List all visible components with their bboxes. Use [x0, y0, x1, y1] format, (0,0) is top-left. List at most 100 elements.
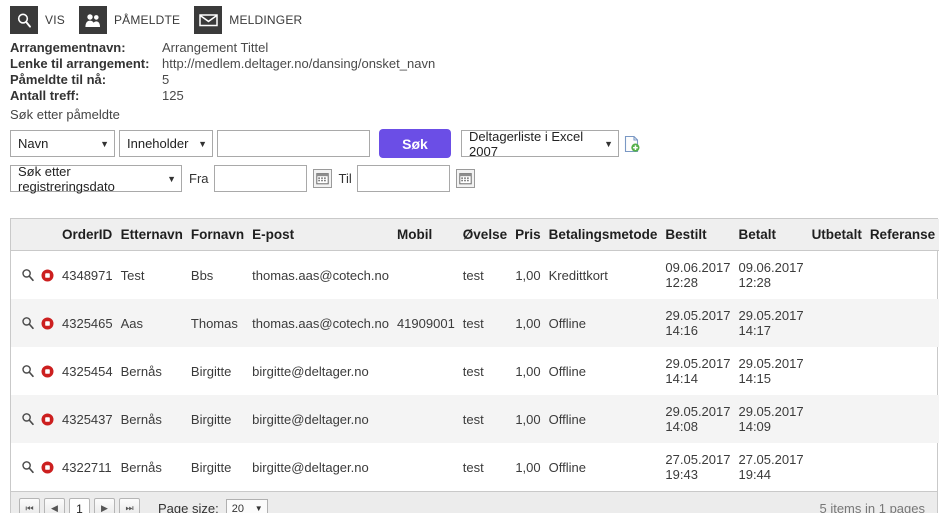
column-header-betalingsmetode[interactable]: Betalingsmetode	[544, 219, 662, 251]
cell-bestilt-date: 27.05.2017	[665, 452, 731, 467]
table-header-row: OrderID Etternavn Fornavn E-post Mobil Ø…	[11, 219, 940, 251]
excel-export-icon[interactable]	[624, 135, 640, 153]
tab-vis[interactable]: VIS	[10, 6, 65, 34]
cell-betalt-time: 12:28	[738, 275, 772, 290]
page-size-select[interactable]: 20 ▼	[225, 498, 268, 513]
chevron-down-icon: ▼	[198, 138, 207, 149]
search-field-select-value: Navn	[18, 136, 49, 151]
info-value-lenke: http://medlem.deltager.no/dansing/onsket…	[162, 56, 436, 71]
chevron-down-icon: ▼	[100, 138, 109, 149]
search-section-note: Søk etter påmeldte	[10, 107, 120, 122]
from-date-input[interactable]	[213, 165, 307, 192]
delete-row-icon[interactable]	[41, 317, 54, 330]
calendar-icon-to[interactable]	[455, 169, 475, 188]
delete-row-icon[interactable]	[41, 461, 54, 474]
tab-pameldte[interactable]: PÅMELDTE	[78, 6, 181, 34]
pager-next-button[interactable]: ▶	[94, 498, 115, 513]
cell-betalt-time: 14:15	[738, 371, 772, 386]
cell-pris: 1,00	[511, 299, 545, 347]
cell-betalt-date: 29.05.2017	[738, 356, 804, 371]
delete-row-icon[interactable]	[41, 269, 54, 282]
info-value-arrangementnavn: Arrangement Tittel	[162, 40, 269, 55]
column-header-etternavn[interactable]: Etternavn	[116, 219, 187, 251]
cell-utbetalt	[807, 299, 866, 347]
row-actions-cell	[11, 443, 58, 491]
row-actions-cell	[11, 299, 58, 347]
to-date-input[interactable]	[356, 165, 450, 192]
cell-epost: thomas.aas@cotech.no	[252, 267, 389, 283]
chevron-down-icon: ▼	[604, 138, 613, 149]
cell-ovelse: test	[462, 363, 484, 379]
search-operator-select[interactable]: Inneholder ▼	[119, 130, 213, 157]
info-row-arrangementnavn: Arrangementnavn: Arrangement Tittel	[10, 40, 950, 56]
cell-betalt: 29.05.2017 14:15	[734, 347, 807, 395]
calendar-icon-from[interactable]	[312, 169, 332, 188]
table-body: 4348971 Test Bbs thomas.aas@cotech.no te…	[11, 251, 940, 492]
cell-fornavn: Birgitte	[190, 459, 232, 475]
search-field-select[interactable]: Navn ▼	[10, 130, 115, 157]
view-row-icon[interactable]	[21, 364, 35, 378]
table-row: 4322711 Bernås Birgitte birgitte@deltage…	[11, 443, 939, 491]
pager-prev-button[interactable]: ◀	[44, 498, 65, 513]
cell-referanse	[866, 347, 939, 395]
magnifier-icon	[10, 6, 38, 34]
cell-orderid: 4348971	[62, 267, 113, 283]
column-header-utbetalt[interactable]: Utbetalt	[807, 219, 866, 251]
pager-first-button[interactable]: ⏮	[19, 498, 40, 513]
view-row-icon[interactable]	[21, 268, 35, 282]
cell-pris: 1,00	[515, 459, 541, 475]
export-format-select[interactable]: Deltagerliste i Excel 2007 ▼	[461, 129, 619, 159]
delete-row-icon[interactable]	[41, 365, 54, 378]
cell-mobil	[393, 251, 459, 300]
cell-betalt-date: 29.05.2017	[738, 404, 804, 419]
date-mode-select[interactable]: Søk etter registreringsdato ▼	[10, 164, 182, 194]
cell-betalingsmetode: Kredittkort	[548, 267, 608, 283]
cell-etternavn: Test	[120, 267, 145, 283]
cell-bestilt-time: 14:14	[665, 371, 698, 386]
column-header-bestilt[interactable]: Bestilt	[661, 219, 735, 251]
column-header-epost[interactable]: E-post	[248, 219, 393, 251]
cell-bestilt: 29.05.2017 14:08	[661, 395, 735, 443]
column-header-ovelse[interactable]: Øvelse	[458, 219, 512, 251]
view-row-icon[interactable]	[21, 316, 35, 330]
page-root: VIS PÅMELDTE MELDINGER Arrangementnavn: …	[0, 0, 950, 513]
cell-fornavn: Birgitte	[186, 395, 249, 443]
tab-bar: VIS PÅMELDTE MELDINGER	[0, 0, 950, 38]
info-label-pameldte: Påmeldte til nå:	[10, 72, 107, 87]
search-query-input[interactable]	[217, 130, 370, 157]
cell-pris: 1,00	[515, 363, 541, 379]
to-label: Til	[338, 171, 352, 186]
table-head: OrderID Etternavn Fornavn E-post Mobil Ø…	[11, 219, 940, 251]
cell-bestilt: 27.05.2017 19:43	[661, 443, 734, 491]
chevron-down-icon: ▼	[167, 173, 176, 184]
table-row: 4325465 Aas Thomas thomas.aas@cotech.no …	[11, 299, 940, 347]
cell-betalt: 27.05.2017 19:44	[734, 443, 807, 491]
column-header-betalt[interactable]: Betalt	[734, 219, 808, 251]
column-header-fornavn[interactable]: Fornavn	[186, 219, 249, 251]
tab-pameldte-label: PÅMELDTE	[113, 13, 181, 27]
event-info: Arrangementnavn: Arrangement Tittel Lenk…	[10, 40, 950, 104]
pager-page-1-button[interactable]: 1	[69, 498, 90, 513]
cell-orderid: 4325437	[58, 395, 117, 443]
cell-orderid: 4325465	[58, 299, 117, 347]
cell-orderid: 4322711	[62, 459, 112, 475]
view-row-icon[interactable]	[21, 460, 35, 474]
cell-betalt-time: 19:44	[738, 467, 772, 482]
envelope-icon	[194, 6, 223, 34]
column-header-pris[interactable]: Pris	[511, 219, 545, 251]
cell-bestilt: 09.06.2017 12:28	[661, 251, 734, 300]
cell-betalingsmetode: Offline	[544, 299, 662, 347]
info-row-antall-treff: Antall treff: 125	[10, 88, 950, 104]
column-header-referanse[interactable]: Referanse	[865, 219, 940, 251]
delete-row-icon[interactable]	[41, 413, 54, 426]
table-row: 4325454 Bernås Birgitte birgitte@deltage…	[11, 347, 939, 395]
search-submit-button[interactable]: Søk	[379, 129, 451, 158]
column-header-mobil[interactable]: Mobil	[392, 219, 459, 251]
column-header-orderid[interactable]: OrderID	[58, 219, 117, 251]
cell-ovelse: test	[462, 267, 484, 283]
view-row-icon[interactable]	[21, 412, 35, 426]
cell-betalt: 29.05.2017 14:17	[734, 299, 808, 347]
column-header-actions	[11, 219, 58, 251]
pager-last-button[interactable]: ⏭	[119, 498, 140, 513]
tab-meldinger[interactable]: MELDINGER	[194, 6, 302, 34]
